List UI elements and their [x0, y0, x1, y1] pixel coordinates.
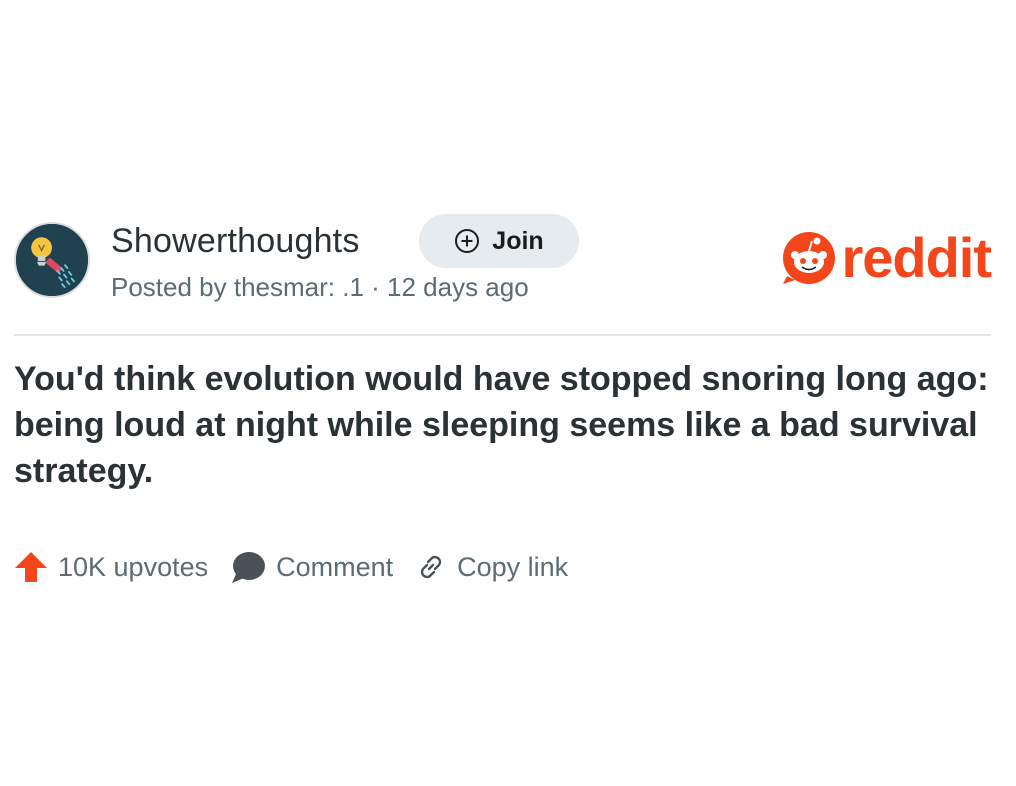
comment-bubble-icon — [232, 552, 266, 583]
reddit-logo: reddit — [781, 226, 992, 289]
divider — [14, 334, 991, 336]
reddit-snoo-icon — [783, 232, 836, 284]
post-header: Showerthoughts Join Posted by thesmar: .… — [14, 212, 992, 312]
join-button[interactable]: Join — [419, 214, 579, 268]
subreddit-name[interactable]: Showerthoughts — [111, 222, 360, 261]
comment-label: Comment — [276, 551, 394, 582]
copy-link-label: Copy link — [457, 551, 569, 582]
post-card: Showerthoughts Join Posted by thesmar: .… — [14, 212, 992, 583]
upvote-arrow-icon — [15, 552, 47, 582]
post-meta: Posted by thesmar: .1 · 12 days ago — [111, 272, 529, 302]
copy-link-button[interactable]: Copy link — [415, 551, 568, 583]
upvote-button[interactable]: 10K upvotes — [14, 550, 208, 584]
subreddit-avatar[interactable] — [14, 222, 90, 298]
showerthoughts-lightbulb-shower-icon — [16, 224, 88, 296]
post-actions: 10K upvotes Comment Copy link — [14, 550, 590, 584]
link-icon — [420, 555, 442, 579]
reddit-wordmark: reddit — [841, 226, 992, 289]
plus-circle-icon — [455, 229, 480, 253]
post-title[interactable]: You'd think evolution would have stopped… — [14, 356, 991, 494]
join-label: Join — [492, 226, 544, 255]
comment-button[interactable]: Comment — [230, 550, 393, 584]
upvote-count: 10K upvotes — [58, 551, 209, 582]
